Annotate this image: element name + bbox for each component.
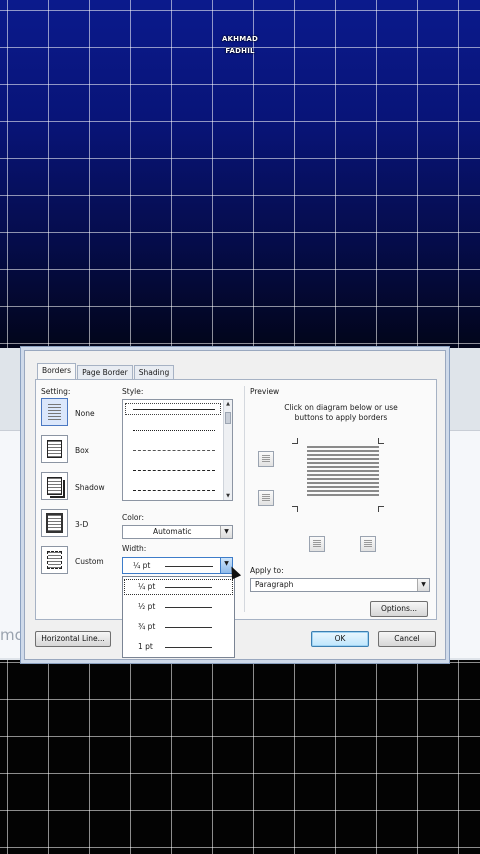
chevron-down-icon[interactable]: ▼ (417, 579, 429, 591)
width-value-line (165, 566, 213, 567)
width-option[interactable]: 1 pt (123, 638, 234, 656)
style-label: Style: (122, 387, 144, 396)
color-select[interactable]: Automatic ▼ (122, 525, 233, 539)
preview-instructions: Click on diagram below or use buttons to… (284, 403, 398, 422)
watermark-text: AKHMAD FADHIL (221, 35, 259, 55)
ok-button[interactable]: OK (311, 631, 369, 647)
apply-to-select[interactable]: Paragraph ▼ (250, 578, 430, 592)
tab-borders[interactable]: Borders (37, 363, 77, 380)
document-text-fragment: mo (0, 626, 24, 644)
width-value: ¼ pt (133, 561, 151, 570)
scroll-thumb[interactable] (225, 412, 231, 424)
options-button[interactable]: Options... (370, 601, 428, 617)
setting-label: Setting: (41, 387, 71, 396)
style-option-dash-dot[interactable] (133, 490, 215, 491)
width-label: Width: (122, 544, 147, 553)
3d-border-icon[interactable] (41, 509, 68, 537)
horizontal-line-button[interactable]: Horizontal Line... (35, 631, 111, 647)
cancel-button[interactable]: Cancel (378, 631, 436, 647)
chevron-down-icon[interactable]: ▼ (220, 526, 232, 538)
apply-to-label: Apply to: (250, 566, 284, 575)
style-option-dashed-fine[interactable] (133, 450, 215, 451)
left-border-button[interactable] (309, 536, 325, 552)
style-scrollbar[interactable]: ▲ ▼ (223, 400, 232, 500)
style-option-dashed[interactable] (133, 470, 215, 471)
scroll-down-icon[interactable]: ▼ (224, 492, 232, 500)
width-select[interactable]: ¼ pt ▼ (122, 557, 233, 574)
setting-custom-label[interactable]: Custom (75, 557, 104, 566)
setting-box-label[interactable]: Box (75, 446, 89, 455)
preview-diagram[interactable] (290, 438, 386, 514)
style-option-solid[interactable] (133, 409, 215, 410)
tab-shading[interactable]: Shading (133, 365, 175, 380)
background-bottom (0, 658, 480, 854)
dialog-tabs: Borders Page Border Shading (37, 363, 175, 380)
preview-label: Preview (250, 387, 280, 396)
apply-to-value: Paragraph (255, 580, 294, 589)
style-option-dotted[interactable] (133, 430, 215, 431)
color-label: Color: (122, 513, 144, 522)
style-listbox[interactable]: ▲ ▼ (122, 399, 233, 501)
shadow-border-icon[interactable] (41, 472, 68, 500)
setting-none-label[interactable]: None (75, 409, 95, 418)
right-border-button[interactable] (360, 536, 376, 552)
width-dropdown-list[interactable]: ¼ pt ½ pt ¾ pt 1 pt (122, 576, 235, 658)
width-option[interactable]: ¾ pt (123, 618, 234, 636)
setting-3d-label[interactable]: 3-D (75, 520, 88, 529)
scroll-up-icon[interactable]: ▲ (224, 400, 232, 408)
borders-and-shading-dialog: Borders Page Border Shading Setting: Non… (24, 350, 446, 660)
none-border-icon[interactable] (41, 398, 68, 426)
bottom-border-button[interactable] (258, 490, 274, 506)
setting-shadow-label[interactable]: Shadow (75, 483, 105, 492)
width-option[interactable]: ½ pt (123, 598, 234, 616)
top-border-button[interactable] (258, 451, 274, 467)
divider (244, 386, 245, 612)
width-option[interactable]: ¼ pt (123, 578, 234, 596)
color-value: Automatic (153, 527, 192, 536)
box-border-icon[interactable] (41, 435, 68, 463)
custom-border-icon[interactable] (41, 546, 68, 574)
tab-page-border[interactable]: Page Border (77, 365, 133, 380)
borders-tab-panel: Setting: None Box Shadow 3-D Custom Styl… (35, 379, 437, 620)
